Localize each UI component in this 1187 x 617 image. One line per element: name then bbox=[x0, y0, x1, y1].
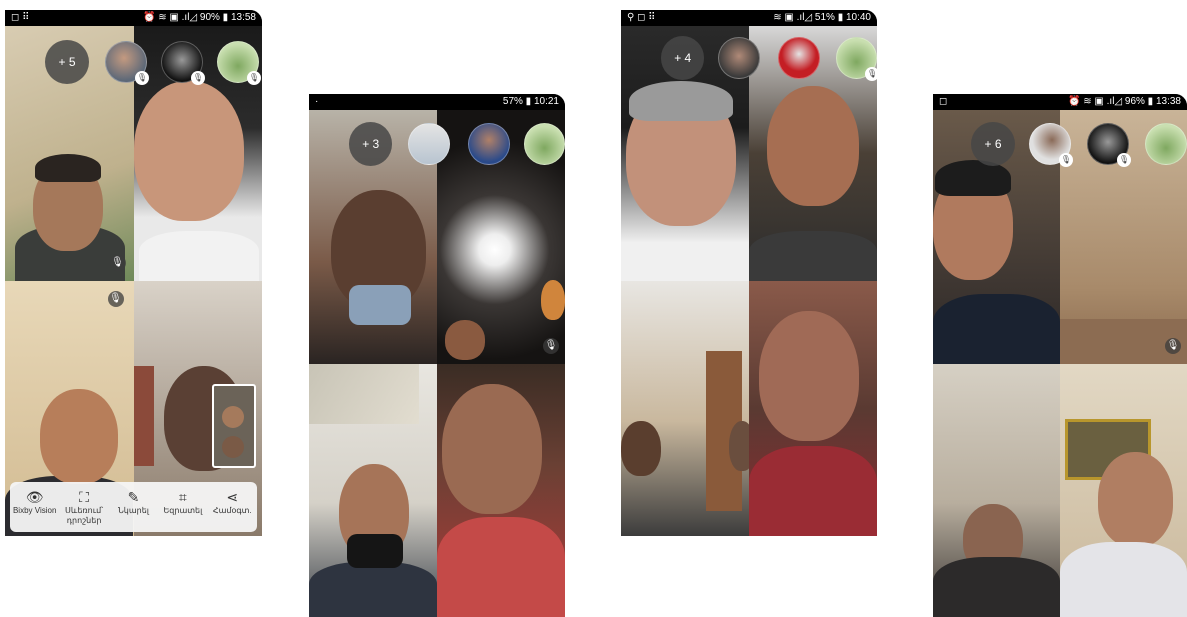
participant-avatar[interactable]: 🎙 bbox=[217, 41, 261, 85]
participant-face bbox=[767, 86, 859, 206]
tool-label: Bixby Vision bbox=[12, 506, 57, 515]
participant-face bbox=[541, 280, 565, 320]
mute-icon: 🎙 bbox=[1059, 153, 1073, 167]
mute-icon: 🎙 bbox=[107, 291, 124, 307]
more-participants-button[interactable]: + 3 bbox=[349, 122, 393, 166]
mute-icon: 🎙 bbox=[191, 71, 205, 85]
self-preview-face bbox=[222, 406, 244, 428]
participant-avatar[interactable] bbox=[467, 123, 510, 165]
participant-body bbox=[933, 557, 1060, 617]
video-tile-participant[interactable] bbox=[309, 363, 437, 617]
phone-screenshot-1: ◻ ⠿ ⏰ ≋ ▣ .ıl◿ 90% ▮ 13:58 🎙 🎙 + 5 🎙 🎙 🎙… bbox=[5, 10, 262, 536]
participants-bar: + 6 🎙 🎙 bbox=[971, 122, 1187, 167]
participant-body bbox=[437, 517, 565, 617]
eye-icon: 👁 bbox=[25, 489, 44, 505]
self-preview-thumbnail[interactable] bbox=[212, 384, 256, 468]
tool-label: Եզրատել bbox=[163, 506, 203, 515]
tool-label: Սևեռում՝ դրոշներ bbox=[65, 506, 104, 525]
participant-body bbox=[309, 562, 437, 617]
participant-avatar[interactable]: 🎙 bbox=[1029, 123, 1073, 167]
more-participants-button[interactable]: + 5 bbox=[45, 40, 89, 84]
face-mask bbox=[347, 533, 403, 568]
participant-avatar[interactable]: 🎙 bbox=[105, 41, 149, 85]
participant-avatar[interactable] bbox=[777, 37, 820, 79]
mute-icon: 🎙 bbox=[247, 71, 261, 85]
mute-icon: 🎙 bbox=[1165, 337, 1181, 354]
participant-avatar[interactable] bbox=[523, 123, 565, 165]
participant-avatar[interactable] bbox=[1145, 123, 1187, 165]
participants-bar: + 5 🎙 🎙 🎙 bbox=[45, 40, 262, 85]
status-left-icons: ⚲ ◻ ⠿ bbox=[627, 12, 656, 23]
share-icon: ⋖ bbox=[226, 489, 239, 505]
status-left-icons: ◻ ⠿ bbox=[11, 12, 30, 23]
crop-button[interactable]: ⌗ Եզրատել bbox=[159, 488, 207, 516]
participant-hair bbox=[629, 81, 733, 121]
participant-face bbox=[621, 421, 661, 476]
screenshot-toolbar: 👁 Bixby Vision ⛶ Սևեռում՝ դրոշներ ✎ Նկար… bbox=[10, 482, 257, 532]
participant-face bbox=[133, 81, 244, 221]
participant-body bbox=[933, 293, 1060, 364]
phone-screenshot-3: ⚲ ◻ ⠿ ≋ ▣ .ıl◿ 51% ▮ 10:40 + 4 🎙 bbox=[621, 10, 877, 536]
status-bar: · 57% ▮ 10:21 bbox=[309, 94, 565, 110]
status-left-icons: · bbox=[315, 96, 319, 107]
status-bar: ◻ ⏰ ≋ ▣ .ıl◿ 96% ▮ 13:38 bbox=[933, 94, 1187, 110]
mute-icon: 🎙 bbox=[1117, 153, 1131, 167]
status-right-info: ⏰ ≋ ▣ .ıl◿ 90% ▮ 13:58 bbox=[143, 12, 256, 23]
participant-body bbox=[1060, 542, 1187, 617]
tool-label: Նկարել bbox=[117, 506, 149, 515]
participant-avatar[interactable]: 🎙 bbox=[835, 37, 877, 81]
pencil-icon: ✎ bbox=[127, 489, 140, 505]
capture-flags-button[interactable]: ⛶ Սևեռում՝ դրոշներ bbox=[60, 488, 108, 526]
mute-icon: 🎙 bbox=[543, 337, 559, 354]
status-right-info: 57% ▮ 10:21 bbox=[502, 96, 559, 107]
bixby-vision-button[interactable]: 👁 Bixby Vision bbox=[11, 488, 59, 516]
participant-face bbox=[1098, 451, 1173, 547]
crop-icon: ⌗ bbox=[178, 489, 187, 505]
video-tile-participant[interactable] bbox=[933, 363, 1060, 617]
participant-face bbox=[442, 383, 542, 514]
participant-face bbox=[729, 421, 749, 471]
participant-face bbox=[445, 320, 485, 360]
video-tile-participant[interactable] bbox=[1060, 363, 1187, 617]
participant-body bbox=[749, 231, 877, 281]
more-participants-button[interactable]: + 4 bbox=[661, 36, 705, 80]
more-participants-button[interactable]: + 6 bbox=[971, 122, 1015, 166]
participant-body bbox=[749, 446, 877, 536]
share-button[interactable]: ⋖ Համօգտ. bbox=[208, 488, 256, 516]
participant-body bbox=[138, 231, 259, 281]
face-mask bbox=[349, 285, 411, 325]
mute-icon: 🎙 bbox=[135, 71, 149, 85]
video-grid: 🎙 bbox=[309, 110, 565, 617]
mute-icon: 🎙 bbox=[109, 255, 126, 271]
participant-avatar[interactable] bbox=[408, 123, 450, 165]
video-grid bbox=[621, 26, 877, 536]
status-bar: ◻ ⠿ ⏰ ≋ ▣ .ıl◿ 90% ▮ 13:58 bbox=[5, 10, 262, 26]
participants-bar: + 4 🎙 bbox=[661, 36, 877, 81]
draw-button[interactable]: ✎ Նկարել bbox=[109, 488, 157, 516]
participant-avatar[interactable] bbox=[718, 37, 760, 79]
phone-screenshot-2: · 57% ▮ 10:21 🎙 + 3 bbox=[309, 94, 565, 617]
scan-icon: ⛶ bbox=[79, 489, 89, 505]
participant-face bbox=[40, 389, 118, 484]
video-grid: 🎙 bbox=[933, 110, 1187, 617]
video-tile-participant[interactable] bbox=[437, 363, 565, 617]
status-left-icons: ◻ bbox=[939, 96, 948, 107]
wall-map bbox=[309, 363, 419, 424]
phone-screenshot-4: ◻ ⏰ ≋ ▣ .ıl◿ 96% ▮ 13:38 🎙 + 6 🎙 🎙 bbox=[933, 94, 1187, 617]
participant-avatar[interactable]: 🎙 bbox=[1087, 123, 1131, 167]
status-right-info: ⏰ ≋ ▣ .ıl◿ 96% ▮ 13:38 bbox=[1068, 96, 1181, 107]
self-preview-face bbox=[222, 436, 244, 458]
video-tile-participant[interactable] bbox=[749, 281, 877, 536]
participant-body bbox=[133, 366, 154, 466]
tool-label: Համօգտ. bbox=[212, 506, 252, 515]
status-right-info: ≋ ▣ .ıl◿ 51% ▮ 10:40 bbox=[773, 12, 871, 23]
participants-bar: + 3 bbox=[349, 122, 565, 166]
participant-face bbox=[759, 311, 859, 441]
participant-avatar[interactable]: 🎙 bbox=[161, 41, 205, 85]
participant-hair bbox=[35, 154, 101, 182]
video-tile-participant[interactable] bbox=[621, 281, 749, 536]
mute-icon: 🎙 bbox=[865, 67, 877, 81]
status-bar: ⚲ ◻ ⠿ ≋ ▣ .ıl◿ 51% ▮ 10:40 bbox=[621, 10, 877, 26]
